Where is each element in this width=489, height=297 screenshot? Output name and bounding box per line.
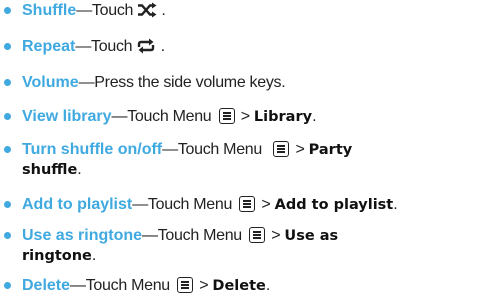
separator: > xyxy=(295,141,305,158)
item-touch-menu: —Touch Menu xyxy=(142,227,242,244)
term-volume: Volume xyxy=(22,74,79,91)
item-text: Volume—Press the side volume keys. xyxy=(22,73,485,92)
item-end: . xyxy=(157,2,166,19)
item-text: Use as ringtone—Touch Menu > Use as ringt… xyxy=(22,226,485,266)
term-use-as-ringtone: Use as ringtone xyxy=(22,227,143,244)
menu-option-delete: Delete xyxy=(212,278,266,294)
menu-key-icon xyxy=(218,108,235,124)
bullet xyxy=(4,201,11,208)
bullet xyxy=(4,282,11,289)
menu-key-icon xyxy=(249,227,266,243)
item-dash: —Touch xyxy=(75,38,133,55)
item-text: Add to playlist—Touch Menu > Add to play… xyxy=(22,195,485,215)
item-description: —Press the side volume keys. xyxy=(78,74,286,91)
item-text: Repeat—Touch . xyxy=(22,37,485,56)
item-text: View library—Touch Menu > Library. xyxy=(22,107,485,127)
menu-option-party: Party xyxy=(308,142,353,158)
item-dash: —Touch xyxy=(76,2,134,19)
item-end: . xyxy=(265,277,271,294)
term-add-to-playlist: Add to playlist xyxy=(22,196,133,213)
menu-key-icon xyxy=(239,196,256,212)
item-text: Shuffle—Touch . xyxy=(22,1,485,20)
term-delete: Delete xyxy=(22,277,71,294)
item-touch-menu: —Touch Menu xyxy=(132,196,233,213)
menu-option-library: Library xyxy=(253,109,313,125)
item-touch-menu: —Touch Menu xyxy=(111,108,212,125)
item-end: . xyxy=(77,161,82,178)
item-touch-menu: —Touch Menu xyxy=(162,141,262,158)
bullet xyxy=(4,43,11,50)
item-text: Delete—Touch Menu > Delete. xyxy=(22,276,485,296)
term-shuffle: Shuffle xyxy=(22,2,77,19)
bullet xyxy=(4,232,11,239)
shuffle-icon xyxy=(137,2,157,18)
item-touch-menu: —Touch Menu xyxy=(70,277,170,294)
menu-key-icon xyxy=(273,141,290,157)
bullet xyxy=(4,79,11,86)
menu-key-icon xyxy=(177,277,194,293)
bullet xyxy=(4,7,11,14)
item-end: . xyxy=(393,196,398,213)
separator: > xyxy=(240,108,250,125)
item-end: . xyxy=(156,38,165,55)
separator: > xyxy=(271,227,281,244)
term-view-library: View library xyxy=(22,108,112,125)
separator: > xyxy=(261,196,271,213)
menu-option-use-as: Use as xyxy=(284,228,339,244)
item-end: . xyxy=(91,247,97,264)
item-text: Turn shuffle on/off—Touch Menu > Party sh… xyxy=(22,140,485,180)
separator: > xyxy=(199,277,209,294)
menu-option-ringtone: ringtone xyxy=(22,248,92,264)
bullet xyxy=(4,146,11,153)
term-repeat: Repeat xyxy=(22,38,76,55)
menu-option-add-to-playlist: Add to playlist xyxy=(274,197,394,213)
bullet xyxy=(4,113,11,120)
term-turn-shuffle: Turn shuffle on/off xyxy=(22,141,163,158)
menu-option-shuffle: shuffle xyxy=(22,162,78,178)
item-end: . xyxy=(312,108,317,125)
repeat-icon xyxy=(136,38,156,54)
